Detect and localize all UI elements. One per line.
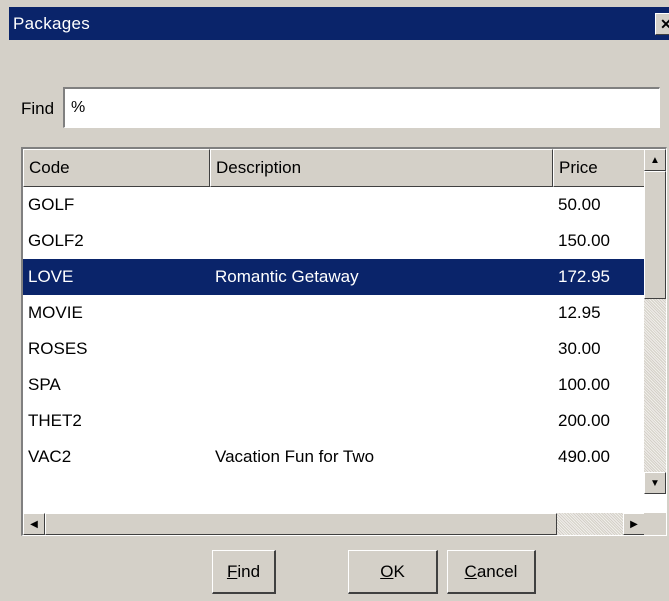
scroll-left-button[interactable]: ◀ [23, 513, 45, 535]
horizontal-scroll-thumb[interactable] [45, 513, 557, 535]
cell-price: 172.95 [558, 267, 610, 286]
cell-code: ROSES [28, 339, 88, 358]
table-row[interactable]: ROSES 30.00 [23, 331, 645, 367]
table-row[interactable]: THET2 200.00 [23, 403, 645, 439]
cell-price: 100.00 [558, 375, 610, 394]
cancel-button-mnemonic: C [464, 561, 477, 581]
horizontal-scrollbar[interactable]: ◀ ▶ [23, 513, 645, 535]
scroll-down-button[interactable]: ▼ [644, 472, 666, 494]
cell-price: 30.00 [558, 339, 601, 358]
cell-code: LOVE [28, 267, 74, 286]
close-button[interactable]: ✕ [655, 13, 669, 35]
find-button-mnemonic: F [226, 561, 238, 581]
table-body: GOLF 50.00 GOLF2 150.00 LOVE Romantic Getaway… [23, 187, 645, 475]
cell-code: VAC2 [28, 447, 72, 466]
cell-price: 200.00 [558, 411, 610, 430]
title-bar[interactable]: Packages ✕ [9, 7, 669, 40]
packages-table[interactable]: Code Description Price GOLF 50.00 GOLF2 150… [21, 147, 667, 536]
vertical-scroll-thumb[interactable] [644, 171, 666, 299]
cell-code: GOLF [28, 195, 75, 214]
cell-price: 150.00 [558, 231, 610, 250]
window-title: Packages [13, 13, 91, 33]
find-input[interactable] [63, 87, 660, 128]
table-row[interactable]: MOVIE 12.95 [23, 295, 645, 331]
cancel-button-label: ancel [476, 561, 518, 581]
column-header-description[interactable]: Description [210, 149, 553, 187]
cancel-button[interactable]: Cancel [447, 550, 536, 594]
arrow-up-icon: ▲ [650, 154, 660, 166]
close-icon: ✕ [660, 15, 669, 32]
cell-code: THET2 [28, 411, 82, 430]
find-button[interactable]: Find [212, 550, 276, 594]
column-header-price[interactable]: Price [553, 149, 645, 187]
arrow-right-icon: ▶ [630, 518, 638, 530]
scrollbar-corner [644, 513, 666, 535]
arrow-down-icon: ▼ [650, 477, 660, 489]
table-row[interactable]: SPA 100.00 [23, 367, 645, 403]
vertical-scrollbar[interactable]: ▲ ▼ [644, 149, 666, 494]
cell-price: 490.00 [558, 447, 610, 466]
find-label: Find [21, 99, 55, 118]
find-button-label: ind [237, 561, 261, 581]
table-row[interactable]: GOLF 50.00 [23, 187, 645, 223]
ok-button-mnemonic: O [380, 561, 394, 581]
cell-code: GOLF2 [28, 231, 84, 250]
scroll-up-button[interactable]: ▲ [644, 149, 666, 171]
cell-price: 12.95 [558, 303, 601, 322]
cell-description: Romantic Getaway [215, 267, 359, 286]
table-row[interactable]: LOVE Romantic Getaway 172.95 [23, 259, 645, 295]
table-row[interactable]: GOLF2 150.00 [23, 223, 645, 259]
cell-code: MOVIE [28, 303, 83, 322]
ok-button-label: K [393, 561, 405, 581]
column-header-code[interactable]: Code [23, 149, 210, 187]
table-header: Code Description Price [23, 149, 645, 187]
cell-price: 50.00 [558, 195, 601, 214]
scroll-right-button[interactable]: ▶ [623, 513, 645, 535]
ok-button[interactable]: OK [348, 550, 438, 594]
table-row[interactable]: VAC2 Vacation Fun for Two 490.00 [23, 439, 645, 475]
cell-code: SPA [28, 375, 61, 394]
cell-description: Vacation Fun for Two [215, 447, 375, 466]
arrow-left-icon: ◀ [30, 518, 38, 530]
